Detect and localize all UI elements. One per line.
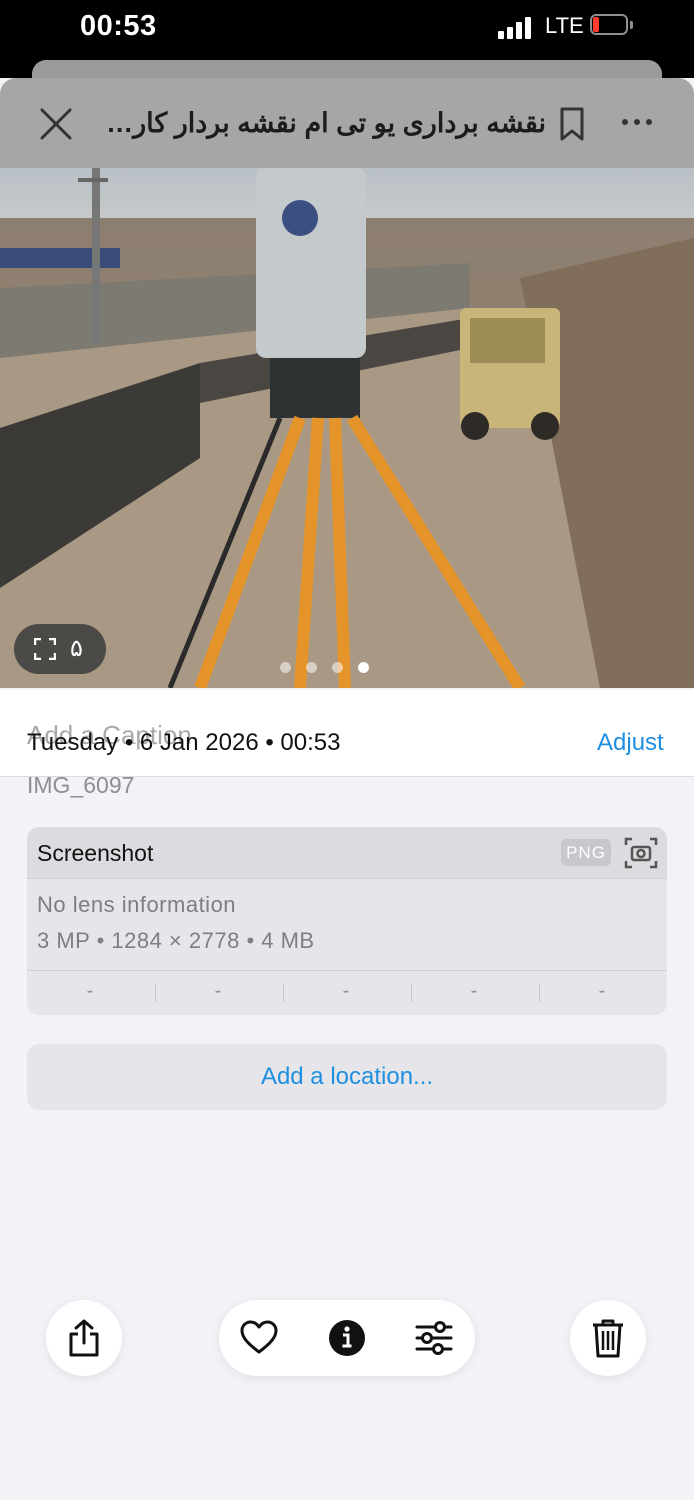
format-badge: PNG — [561, 839, 611, 866]
signal-icon — [498, 17, 536, 39]
metadata-card: Screenshot PNG No lens information 3 MP … — [27, 827, 667, 1015]
file-name: IMG_6097 — [27, 772, 135, 798]
adjust-date-button[interactable]: Adjust — [597, 729, 664, 757]
date-time: Tuesday • 6 Jan 2026 • 00:53 — [27, 729, 341, 756]
more-button[interactable] — [620, 112, 654, 132]
info-button[interactable] — [325, 1316, 369, 1360]
network-type: LTE — [545, 13, 584, 38]
photo-view[interactable]: ۵ — [0, 168, 694, 688]
trash-icon — [593, 1319, 623, 1358]
lens-info: No lens information — [37, 892, 237, 917]
heart-icon — [240, 1320, 278, 1354]
info-icon — [329, 1320, 365, 1356]
action-group — [219, 1300, 475, 1376]
bookmark-button[interactable] — [558, 106, 586, 142]
favorite-button[interactable] — [237, 1316, 281, 1360]
survey-photo — [0, 168, 694, 688]
source-label: Screenshot — [37, 840, 154, 866]
close-button[interactable] — [36, 104, 76, 144]
exif-iso: - — [86, 980, 94, 1002]
more-icon — [622, 119, 652, 125]
divider — [27, 970, 667, 971]
exif-row: - - - - - — [27, 972, 667, 1015]
title-bar: نقشه برداری یو تی ام نقشه بردار کارشناس — [0, 78, 694, 168]
share-button[interactable] — [46, 1300, 122, 1376]
exif-shutter: - — [598, 980, 606, 1002]
page-indicator[interactable] — [280, 662, 380, 676]
metadata-card-header: Screenshot PNG — [27, 827, 667, 879]
adjust-sliders-icon — [415, 1321, 453, 1355]
image-specs: 3 MP • 1284 × 2778 • 4 MB — [37, 928, 315, 953]
expand-icon — [34, 638, 56, 660]
exif-ev: - — [342, 980, 350, 1002]
battery-icon — [590, 14, 634, 37]
status-time: 00:53 — [80, 10, 157, 42]
edit-button[interactable] — [412, 1316, 456, 1360]
fullscreen-button[interactable]: ۵ — [14, 624, 106, 674]
exif-aperture: - — [470, 980, 478, 1002]
photo-count: ۵ — [70, 635, 83, 662]
delete-button[interactable] — [570, 1300, 646, 1376]
screenshot-icon — [624, 837, 658, 869]
share-icon — [69, 1319, 99, 1357]
add-location-button[interactable]: Add a location... — [27, 1044, 667, 1110]
exif-focal-length: - — [214, 980, 222, 1002]
bookmark-icon — [560, 107, 584, 141]
page-title: نقشه برداری یو تی ام نقشه بردار کارشناس — [96, 108, 546, 138]
close-icon — [40, 108, 72, 140]
